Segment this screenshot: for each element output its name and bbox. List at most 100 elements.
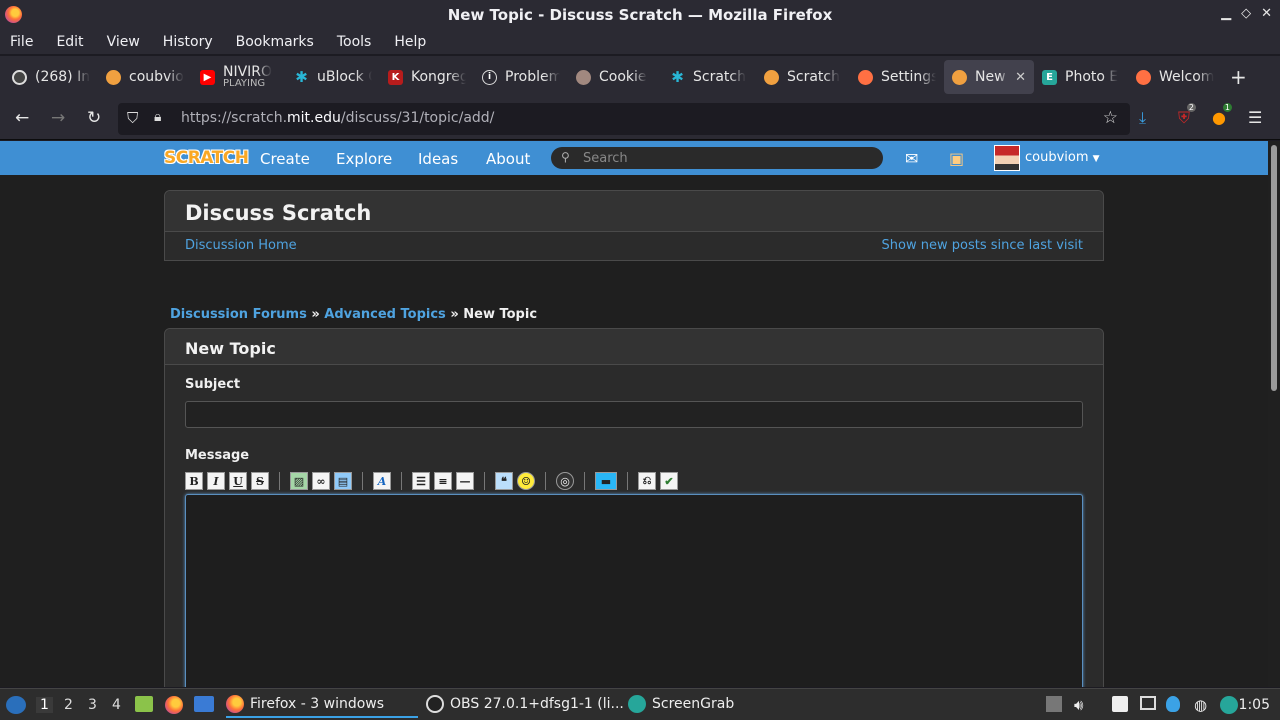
window-title: New Topic - Discuss Scratch — Mozilla Fi…	[447, 6, 833, 24]
bookmark-star-icon[interactable]: ☆	[1103, 108, 1118, 128]
font-size-icon[interactable]: A	[373, 472, 391, 490]
tab-scratch-addons[interactable]: ✱ Scratch	[662, 60, 756, 94]
tab-problem[interactable]: i Problem	[474, 60, 568, 94]
file-manager-icon[interactable]	[135, 696, 153, 712]
workspace-1[interactable]: 1	[36, 697, 53, 713]
page-scrollbar[interactable]	[1268, 141, 1280, 687]
bullet-list-icon[interactable]: ☰	[412, 472, 430, 490]
close-tab-icon[interactable]: ✕	[1015, 70, 1026, 85]
shield-icon[interactable]: ⛉	[127, 109, 138, 127]
screengrab-tray-icon[interactable]	[1220, 696, 1238, 714]
tab-scratch[interactable]: Scratch	[756, 60, 850, 94]
username-menu[interactable]: coubviom ▼	[1025, 150, 1100, 165]
embed-icon[interactable]: ▤	[334, 472, 352, 490]
clock: 1:05	[1238, 697, 1270, 713]
network-icon[interactable]: ◍	[1194, 696, 1207, 714]
firefox-launcher-icon[interactable]	[165, 696, 183, 714]
start-menu-icon[interactable]	[6, 696, 26, 714]
tab-notifications[interactable]: (268) In	[4, 60, 98, 94]
volume-icon[interactable]: 🔊︎	[1074, 696, 1083, 714]
subject-input[interactable]	[185, 401, 1083, 428]
app-menu-icon[interactable]: ☰	[1248, 108, 1262, 127]
desktop-icon[interactable]	[194, 696, 214, 712]
breadcrumb-current: New Topic	[463, 307, 538, 322]
security-icon[interactable]	[1166, 696, 1180, 712]
nav-explore[interactable]: Explore	[336, 150, 392, 168]
tab-coubvio[interactable]: coubvio	[98, 60, 192, 94]
ublock-icon[interactable]: ⛨ 2	[1178, 103, 1197, 128]
tab-cookie[interactable]: Cookie	[568, 60, 662, 94]
display-icon[interactable]	[1140, 696, 1156, 710]
downloads-icon[interactable]: ⤓	[1139, 108, 1146, 128]
numbered-list-icon[interactable]: ≡	[434, 472, 452, 490]
globe-icon[interactable]: ◎	[556, 472, 574, 490]
kongregate-icon: K	[388, 69, 403, 85]
new-tab-icon[interactable]: +	[1230, 65, 1247, 89]
strikethrough-icon[interactable]: S	[251, 472, 269, 490]
url-text[interactable]: https://scratch.mit.edu/discuss/31/topic…	[181, 110, 494, 126]
notes-icon[interactable]	[1112, 696, 1128, 712]
menu-view[interactable]: View	[107, 34, 140, 50]
clean-icon[interactable]: ⎌	[638, 472, 656, 490]
nav-create[interactable]: Create	[260, 150, 310, 168]
scrollbar-thumb[interactable]	[1271, 145, 1277, 391]
tab-ublock[interactable]: ✱ uBlock O	[286, 60, 380, 94]
search-input[interactable]	[583, 149, 873, 167]
horizontal-rule-icon[interactable]: —	[456, 472, 474, 490]
menu-tools[interactable]: Tools	[337, 34, 372, 50]
avatar[interactable]	[994, 145, 1020, 171]
my-stuff-icon[interactable]: ▣	[949, 149, 964, 168]
menu-file[interactable]: File	[10, 34, 33, 50]
new-posts-link[interactable]: Show new posts since last visit	[882, 238, 1083, 253]
checkmark-icon[interactable]: ✔	[660, 472, 678, 490]
clipboard-icon[interactable]	[1046, 696, 1062, 712]
minimize-icon[interactable]: ▁	[1221, 6, 1231, 21]
welcome-icon	[1136, 69, 1151, 85]
scratch-logo[interactable]: SCRATCH	[164, 145, 249, 171]
italic-icon[interactable]: I	[207, 472, 225, 490]
discussion-home-link[interactable]: Discussion Home	[185, 238, 297, 253]
quote-icon[interactable]: ❝	[495, 472, 513, 490]
message-textarea[interactable]	[185, 494, 1083, 687]
bold-icon[interactable]: B	[185, 472, 203, 490]
menu-history[interactable]: History	[163, 34, 213, 50]
menu-help[interactable]: Help	[394, 34, 426, 50]
nav-ideas[interactable]: Ideas	[418, 150, 458, 168]
tab-kongregate[interactable]: K Kongreg	[380, 60, 474, 94]
breadcrumb-forums[interactable]: Discussion Forums	[170, 307, 307, 322]
workspace-2[interactable]: 2	[64, 697, 73, 713]
messages-icon[interactable]: ✉	[905, 149, 918, 168]
task-obs[interactable]: OBS 27.0.1+dfsg1-1 (li...	[426, 695, 624, 713]
youtube-icon: ▶	[200, 69, 215, 85]
forward-icon[interactable]: →	[51, 108, 65, 128]
breadcrumb-category[interactable]: Advanced Topics	[324, 307, 446, 322]
back-icon[interactable]: ←	[15, 108, 29, 128]
menu-bookmarks[interactable]: Bookmarks	[236, 34, 314, 50]
screengrab-icon	[628, 695, 646, 713]
reload-icon[interactable]: ↻	[87, 108, 101, 128]
tab-settings[interactable]: Settings	[850, 60, 944, 94]
maximize-icon[interactable]: ◇	[1241, 6, 1251, 21]
menu-bar: File Edit View History Bookmarks Tools H…	[0, 30, 1280, 54]
link-icon[interactable]: ∞	[312, 472, 330, 490]
nav-about[interactable]: About	[486, 150, 530, 168]
lock-icon[interactable]: 🔒︎	[154, 109, 161, 125]
task-screengrab[interactable]: ScreenGrab	[628, 695, 734, 713]
url-bar[interactable]: ⛉ 🔒︎ https://scratch.mit.edu/discuss/31/…	[118, 103, 1130, 135]
smiley-icon[interactable]: ☺	[517, 472, 535, 490]
menu-edit[interactable]: Edit	[56, 34, 83, 50]
extension-icon[interactable]: ● 1	[1212, 103, 1232, 127]
workspace-4[interactable]: 4	[112, 697, 121, 713]
tab-niviro[interactable]: ▶ NIVIRO PLAYING	[192, 60, 286, 94]
task-firefox[interactable]: Firefox - 3 windows	[226, 695, 418, 718]
tab-welcome[interactable]: Welcom	[1128, 60, 1222, 94]
search-box: ⚲	[551, 147, 883, 169]
image-icon[interactable]: ▨	[290, 472, 308, 490]
photo-editor-icon: E	[1042, 69, 1057, 85]
workspace-3[interactable]: 3	[88, 697, 97, 713]
close-window-icon[interactable]: ✕	[1261, 6, 1272, 21]
scratchblocks-icon[interactable]: ▬	[595, 472, 617, 490]
tab-new-topic[interactable]: New T ✕	[944, 60, 1034, 94]
tab-photo-editor[interactable]: E Photo E	[1034, 60, 1128, 94]
underline-icon[interactable]: U	[229, 472, 247, 490]
